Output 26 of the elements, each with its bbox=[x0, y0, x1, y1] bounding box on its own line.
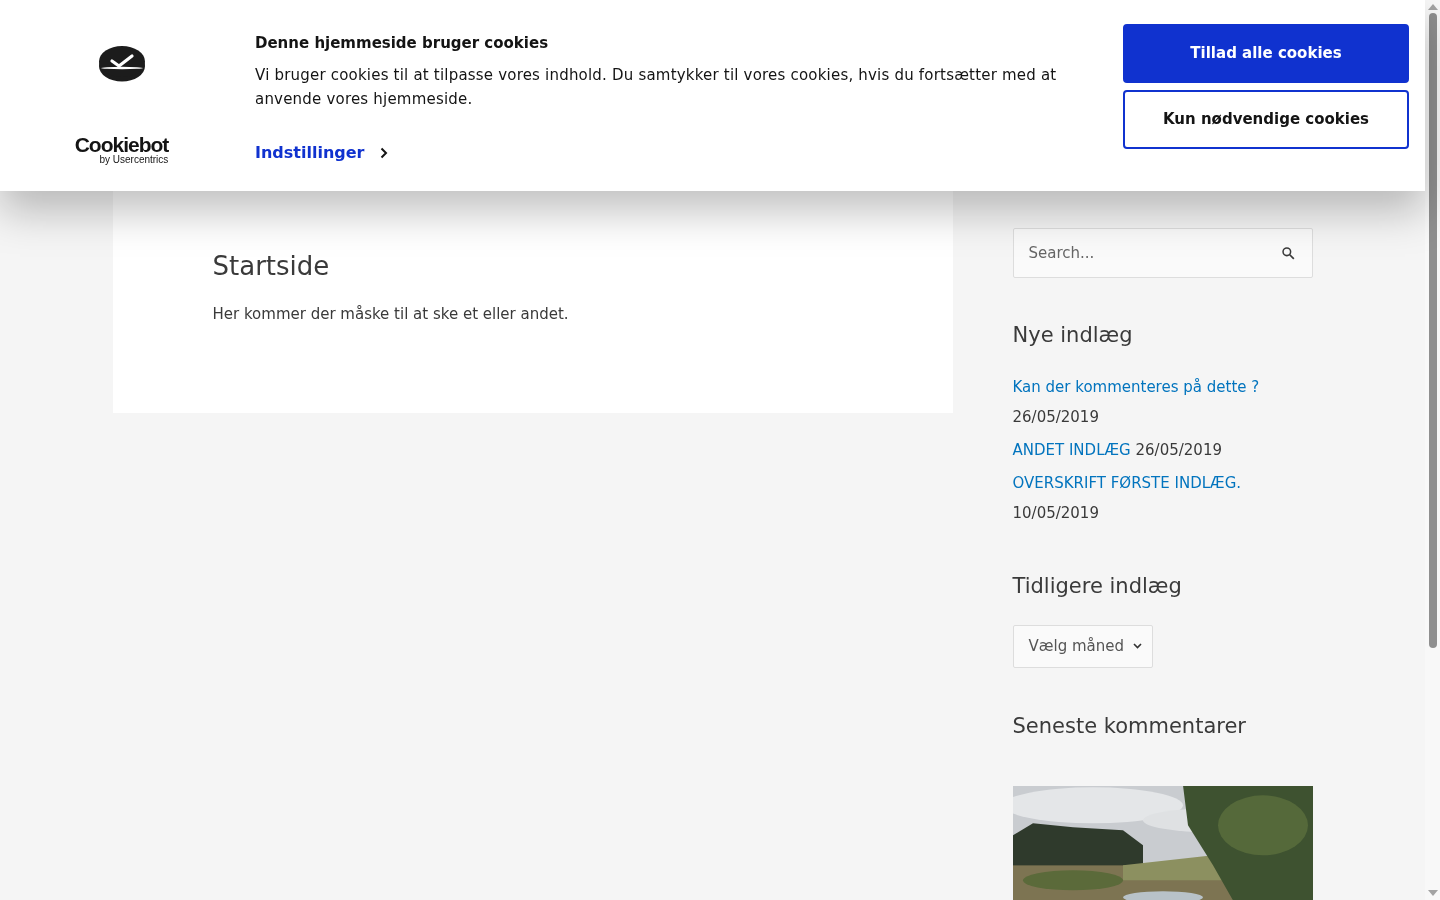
search-icon[interactable] bbox=[1280, 246, 1295, 260]
page-title: Startside bbox=[212, 250, 331, 283]
post-link[interactable]: OVERSKRIFT FØRSTE INDLÆG. bbox=[1012, 474, 1242, 493]
banner-title: Denne hjemmeside bruger cookies bbox=[255, 33, 550, 54]
cookiebot-logo: Cookiebot by Usercentrics bbox=[74, 134, 169, 165]
scroll-down-icon[interactable] bbox=[1427, 890, 1438, 896]
post-link[interactable]: Kan der kommenteres på dette ? bbox=[1012, 378, 1260, 397]
cookie-check-icon bbox=[98, 46, 145, 82]
page-text: Her kommer der måske til at ske et eller andet. bbox=[212, 303, 570, 325]
widget-title: Tidligere indlæg bbox=[1012, 573, 1183, 600]
post-date: 26/05/2019 bbox=[1135, 441, 1222, 460]
month-select[interactable]: Vælg måned bbox=[1012, 624, 1153, 669]
post-link[interactable]: ANDET INDLÆG bbox=[1012, 441, 1131, 460]
post-date: 26/05/2019 bbox=[1012, 408, 1099, 427]
cookie-button[interactable]: Tillad alle cookies bbox=[1123, 24, 1409, 83]
widget-title: Nye indlæg bbox=[1012, 322, 1134, 349]
chevron-right-icon bbox=[379, 146, 388, 159]
cookie-button[interactable]: Kun nødvendige cookies bbox=[1123, 90, 1409, 149]
scrollbar-thumb[interactable] bbox=[1428, 13, 1437, 648]
chevron-down-icon bbox=[1132, 643, 1142, 650]
banner-text: Vi bruger cookies til at tilpasse vores indhold. Du samtykker til vores cookies, hvis du fortsætter med at anvende vores hjemmeside. bbox=[255, 64, 1058, 110]
post-date: 10/05/2019 bbox=[1012, 504, 1099, 523]
scroll-up-icon[interactable] bbox=[1427, 4, 1438, 10]
widget-title: Seneste kommentarer bbox=[1012, 713, 1247, 740]
search-field[interactable]: Search... bbox=[1012, 228, 1313, 278]
settings-link[interactable]: Indstillinger bbox=[255, 140, 388, 165]
